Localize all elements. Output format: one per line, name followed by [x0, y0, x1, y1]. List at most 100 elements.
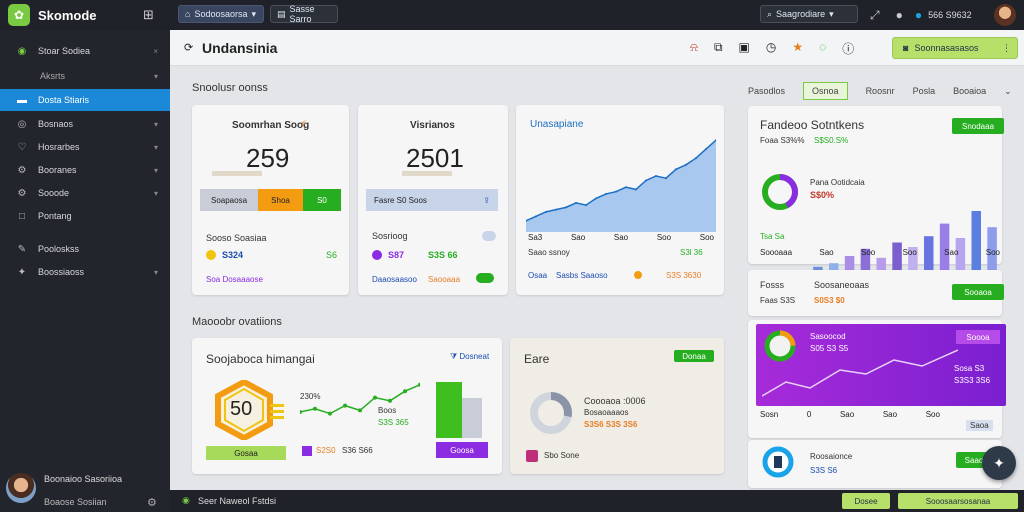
footer-button-2[interactable]: Sooosaarsosanaa	[898, 493, 1018, 509]
sidebar-item-hosrarbes[interactable]: ♡ Hosrarbes ▾	[0, 136, 170, 158]
card-right-purple: Sasoocod S05 S3 S5 Soooa Sosa S3 S3S3 3S…	[748, 320, 1006, 438]
card-title: Fandeoo Sotntkens	[760, 118, 865, 132]
sidebar-item-pooloskss[interactable]: ✎ Pooloskss	[0, 238, 170, 260]
purple-dot	[372, 250, 382, 260]
line-chart	[300, 382, 420, 416]
clock-icon[interactable]: ◷	[766, 40, 776, 57]
r2-button[interactable]: Sooaoa	[952, 284, 1004, 300]
pill-label: S2S0	[316, 446, 336, 455]
chat-icon[interactable]: ◌	[819, 40, 826, 57]
image-icon[interactable]: ▣	[739, 40, 750, 57]
tab-1[interactable]: Osnoa	[803, 82, 848, 100]
ring-pct: S$0%	[810, 190, 835, 200]
chat-icon[interactable]: ●	[915, 8, 922, 22]
sidebar-item-boossiaoss[interactable]: ✦ Boossiaoss ▾	[0, 261, 170, 283]
r2-sub: Faas S3S	[760, 296, 796, 305]
ring-icon-blue	[762, 446, 794, 478]
sidebar-item-home[interactable]: ◉ Stoar Sodiea ×	[0, 40, 170, 62]
tab-0[interactable]: Pasodlos	[748, 86, 785, 96]
sidebar-item-booranes[interactable]: ⚙ Booranes ▾	[0, 159, 170, 181]
card-v2: S3S 66	[428, 250, 458, 260]
refresh-icon[interactable]: ⟳	[184, 41, 193, 54]
magic-fab-button[interactable]: ✦	[982, 446, 1016, 480]
score-value: 50	[230, 398, 253, 420]
area-point	[695, 157, 697, 160]
notification-icon[interactable]: ●	[896, 8, 903, 22]
toggle-on[interactable]	[476, 273, 494, 283]
sidebar-item-alerts[interactable]: Aksrts ▾	[0, 65, 170, 87]
card-summary: Soomrhan Soog ⚡ 259 Soapaosa Shoa S0 Soo…	[192, 105, 349, 295]
card-visitors: Visrianos 2501 Fasre S0 Soos ⇪ Sosrioog S…	[358, 105, 508, 295]
tab-4[interactable]: Booaioa	[953, 86, 986, 96]
status-footer: ◉ Seer Naweol Fstdsi Dosee Sooosaarsosan…	[170, 490, 1024, 512]
donut-sub: Bosaoaaaos	[584, 408, 629, 417]
avatar[interactable]	[994, 4, 1016, 26]
bell-icon[interactable]: ⍾	[690, 40, 698, 57]
more-icon: ⋮	[1002, 42, 1011, 53]
line-point	[388, 398, 392, 403]
area-point	[605, 192, 607, 195]
gear-icon: ⚙	[17, 187, 27, 199]
card-title: Soomrhan Soog	[232, 120, 310, 131]
card-right-bars: Fandeoo Sotntkens Snodaaa Foaa S3%% S$S0…	[748, 106, 1004, 274]
x-axis: Sa3 Sao Sao Soo Soo	[528, 233, 714, 242]
card-badge[interactable]: ⧩ Dosneat	[450, 352, 489, 362]
check-circle-icon: ◉	[17, 45, 27, 57]
sidebar-item-pontang[interactable]: □ Pontang	[0, 205, 170, 227]
area-point	[595, 197, 597, 200]
chevron-down-icon: ▾	[153, 142, 158, 152]
profile-avatar[interactable]	[6, 473, 36, 503]
sidebar-item-sooode[interactable]: ⚙ Sooode ▾	[0, 182, 170, 204]
footer-button-1[interactable]: Dosee	[842, 493, 890, 509]
bar-chart	[813, 211, 997, 274]
sidebar-item-data[interactable]: ▬ Dosta Stiaris	[0, 89, 170, 111]
workspace-button[interactable]: ⌂ Sodoosaorsa ▾	[178, 5, 264, 23]
chart-label: Saao ssnoy	[528, 248, 570, 257]
top-icons: ⤢ ● ● 566 S9632	[870, 5, 972, 25]
purple-line-chart	[762, 349, 958, 397]
search-button[interactable]: ⌕ Saagrodiare ▾	[760, 5, 858, 23]
expand-icon[interactable]: ⤢	[870, 8, 880, 23]
copy-icon[interactable]: ⧉	[714, 40, 723, 57]
purple-button[interactable]: Goosa	[436, 442, 488, 458]
info-icon[interactable]: ⓘ	[842, 40, 854, 57]
tab-3[interactable]: Posla	[913, 86, 936, 96]
card-donut: Eare Donaa Coooaoa :0006 Bosaoaaaos S3S6…	[510, 338, 724, 474]
filter-icon: ⧩	[450, 352, 458, 361]
toggle[interactable]	[482, 231, 496, 241]
right-button[interactable]: Snodaaa	[952, 118, 1004, 134]
donut-button[interactable]: Donaa	[674, 350, 714, 362]
r3-d: S3S3 3S6	[954, 376, 991, 385]
chevron-down-icon: ▾	[251, 8, 257, 19]
r3-foot: Saoa	[966, 420, 993, 431]
r3-button[interactable]: Soooa	[956, 330, 1000, 344]
donut-value: S3S6 S3S 3S6	[584, 420, 638, 429]
flame-icon: ⚡	[300, 119, 308, 130]
filter-button[interactable]: ▤ Sasse Sarro	[270, 4, 338, 24]
yellow-dot	[206, 250, 216, 260]
leaf-icon[interactable]: ✿	[8, 4, 30, 26]
grid-icon[interactable]: ⊞	[143, 7, 154, 23]
r2-title: Fosss	[760, 280, 785, 290]
close-icon[interactable]: ×	[153, 47, 158, 56]
gear-icon[interactable]: ⚙	[147, 496, 157, 509]
pulse-icon: ♡	[17, 141, 27, 153]
sidebar: ◉ Stoar Sodiea × Aksrts ▾ ▬ Dosta Stiaris ◎ B…	[0, 30, 170, 512]
tab-2[interactable]: Roosnr	[866, 86, 895, 96]
chevron-down-icon[interactable]: ⌄	[1004, 86, 1012, 97]
card-title: Soojaboca himangai	[206, 352, 315, 366]
card-foot2: Saooaaa	[428, 275, 461, 284]
user-icon: ◙	[903, 43, 909, 53]
chevron-down-icon: ▾	[153, 71, 158, 81]
chevron-down-icon: ▾	[153, 119, 158, 129]
primary-action-button[interactable]: ◙ Soonnasasasos ⋮	[892, 37, 1018, 59]
upload-icon[interactable]: ⇪	[483, 196, 490, 205]
card-title: Visrianos	[410, 120, 455, 131]
star-icon[interactable]: ★	[792, 40, 803, 57]
score-button[interactable]: Gosaa	[206, 446, 286, 460]
top-bar: ✿ Skomode ⊞ ⌂ Sodoosaorsa ▾ ▤ Sasse Sarro ⌕…	[0, 0, 1024, 30]
card-sub: Sosrioog	[372, 231, 408, 241]
pink-square-icon	[526, 450, 538, 462]
sidebar-item-bosnaos[interactable]: ◎ Bosnaos ▾	[0, 113, 170, 135]
card-title: Eare	[524, 352, 550, 366]
